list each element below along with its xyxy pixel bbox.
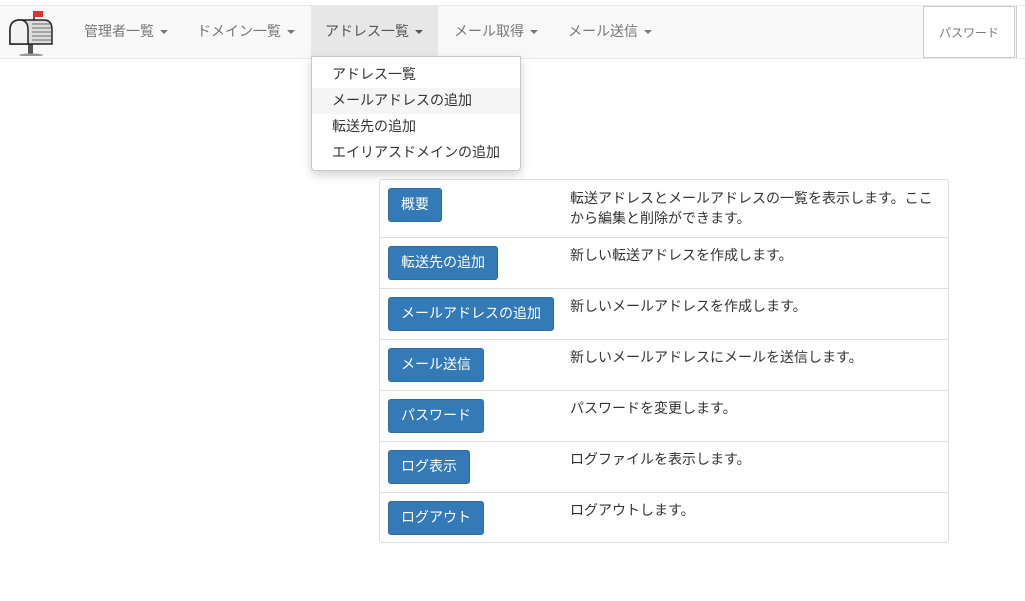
- panel-row: メールアドレスの追加 新しいメールアドレスを作成します。: [380, 288, 948, 339]
- panel-row: ログアウト ログアウトします。: [380, 492, 948, 542]
- row-description: 転送アドレスとメールアドレスの一覧を表示します。ここから編集と削除ができます。: [570, 191, 933, 227]
- dropdown-item-add-mail-address[interactable]: メールアドレスの追加: [312, 88, 520, 114]
- nav-edge-button[interactable]: [1016, 6, 1025, 58]
- menu-label: ドメイン一覧: [197, 24, 281, 40]
- row-description: 新しいメールアドレスにメールを送信します。: [570, 350, 863, 366]
- dropdown-item-address-list[interactable]: アドレス一覧: [312, 62, 520, 88]
- menu-admin-list[interactable]: 管理者一覧: [70, 6, 182, 58]
- dropdown-item-add-forward[interactable]: 転送先の追加: [312, 114, 520, 140]
- add-forward-button[interactable]: 転送先の追加: [388, 246, 498, 280]
- caret-down-icon: [415, 30, 423, 34]
- panel-row: 概要 転送アドレスとメールアドレスの一覧を表示します。ここから編集と削除ができま…: [380, 180, 948, 237]
- view-log-button[interactable]: ログ表示: [388, 450, 470, 484]
- caret-down-icon: [530, 30, 538, 34]
- row-description: ログファイルを表示します。: [570, 452, 751, 468]
- panel-row: メール送信 新しいメールアドレスにメールを送信します。: [380, 339, 948, 390]
- menu-get-mail[interactable]: メール取得: [440, 6, 552, 58]
- top-navbar: 管理者一覧 ドメイン一覧 アドレス一覧 メール取得 メール送信 パスワード: [0, 5, 1025, 59]
- overview-button[interactable]: 概要: [388, 188, 442, 222]
- logout-button[interactable]: ログアウト: [388, 501, 484, 535]
- add-mail-address-button[interactable]: メールアドレスの追加: [388, 297, 554, 331]
- row-description: パスワードを変更します。: [570, 401, 737, 417]
- password-button[interactable]: パスワード: [388, 399, 484, 433]
- send-mail-button[interactable]: メール送信: [388, 348, 484, 382]
- caret-down-icon: [160, 30, 168, 34]
- row-description: ログアウトします。: [570, 503, 695, 519]
- action-panel: 概要 転送アドレスとメールアドレスの一覧を表示します。ここから編集と削除ができま…: [379, 179, 949, 543]
- menu-label: アドレス一覧: [325, 24, 409, 40]
- panel-row: ログ表示 ログファイルを表示します。: [380, 441, 948, 492]
- menu-send-mail[interactable]: メール送信: [554, 6, 666, 58]
- menu-label: メール送信: [568, 24, 638, 40]
- caret-down-icon: [644, 30, 652, 34]
- address-dropdown-menu: アドレス一覧 メールアドレスの追加 転送先の追加 エイリアスドメインの追加: [311, 56, 521, 171]
- menu-domain-list[interactable]: ドメイン一覧: [183, 6, 309, 58]
- panel-row: パスワード パスワードを変更します。: [380, 390, 948, 441]
- menu-label: メール取得: [454, 24, 524, 40]
- caret-down-icon: [287, 30, 295, 34]
- dropdown-item-add-alias-domain[interactable]: エイリアスドメインの追加: [312, 140, 520, 166]
- password-nav-button[interactable]: パスワード: [923, 6, 1015, 58]
- row-description: 新しいメールアドレスを作成します。: [570, 299, 807, 315]
- menu-address-list[interactable]: アドレス一覧: [311, 6, 438, 58]
- row-description: 新しい転送アドレスを作成します。: [570, 248, 793, 264]
- panel-row: 転送先の追加 新しい転送アドレスを作成します。: [380, 237, 948, 288]
- mailbox-icon[interactable]: [6, 8, 56, 57]
- menu-label: 管理者一覧: [84, 24, 154, 40]
